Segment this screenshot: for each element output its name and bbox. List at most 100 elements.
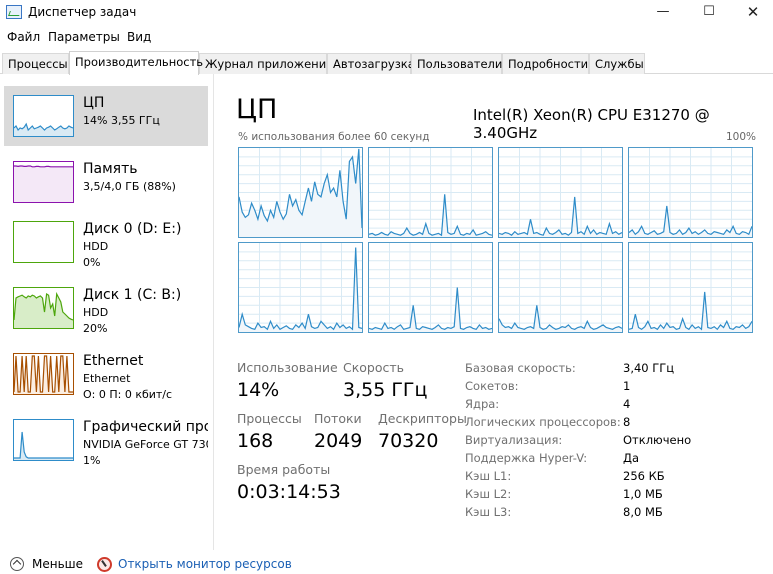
- tab-app-history[interactable]: Журнал приложений: [199, 53, 334, 74]
- series-line: [14, 165, 73, 168]
- resource-detail: О: 0 П: 0 кбит/с: [83, 388, 173, 401]
- spec-l2-label: Кэш L2:: [465, 487, 512, 501]
- core-graph: [628, 242, 753, 333]
- tab-performance[interactable]: Производительность: [69, 51, 203, 75]
- core-graph: [498, 147, 623, 238]
- spec-base-speed-value: 3,40 ГГц: [623, 361, 675, 375]
- spec-base-speed-label: Базовая скорость:: [465, 361, 576, 375]
- tab-startup[interactable]: Автозагрузка: [327, 53, 415, 74]
- uptime-label: Время работы: [237, 462, 331, 477]
- collapse-up-icon[interactable]: [10, 557, 24, 571]
- threads-value: 2049: [314, 430, 363, 452]
- resource-gpu[interactable]: Графический процессор NVIDIA GeForce GT …: [4, 410, 208, 470]
- menu-options[interactable]: Параметры: [48, 30, 120, 44]
- core-graph: [238, 147, 363, 238]
- speed-label: Скорость: [343, 360, 405, 375]
- fewer-details-button[interactable]: Меньше: [32, 557, 83, 571]
- spec-l1-label: Кэш L1:: [465, 469, 512, 483]
- cpu-mini-graph: [14, 122, 73, 136]
- usage-label: Использование: [237, 360, 338, 375]
- tab-users[interactable]: Пользователи: [411, 53, 502, 74]
- title-bar: Диспетчер задач — ☐ ✕: [0, 0, 773, 26]
- core-graph: [628, 147, 753, 238]
- threads-label: Потоки: [314, 411, 362, 426]
- resource-type: HDD: [83, 240, 109, 253]
- core-graph-svg: [629, 148, 752, 237]
- handles-value: 70320: [378, 430, 439, 452]
- resource-cpu[interactable]: ЦП 14% 3,55 ГГц: [4, 86, 208, 146]
- minimize-button[interactable]: —: [640, 0, 686, 26]
- resource-list: ЦП 14% 3,55 ГГц Память 3,5/4,0 ГБ (88%) …: [0, 84, 213, 554]
- series-area: [14, 166, 73, 202]
- resource-detail: 20%: [83, 322, 108, 335]
- core-graph-svg: [239, 243, 362, 332]
- maximize-button[interactable]: ☐: [686, 0, 732, 26]
- series-area: [14, 294, 73, 328]
- resource-name: ЦП: [83, 95, 105, 111]
- resource-disk-1[interactable]: Диск 1 (C: B:) HDD 20%: [4, 278, 208, 338]
- processes-value: 168: [237, 430, 274, 452]
- cpu-mini-graph-icon: [13, 95, 74, 137]
- resource-detail: 1%: [83, 454, 101, 467]
- menu-file[interactable]: Файл: [7, 30, 40, 44]
- gpu-mini-graph: [14, 431, 73, 460]
- resource-name: Диск 0 (D: E:): [83, 221, 182, 237]
- spec-virtualization-label: Виртуализация:: [465, 433, 563, 447]
- spec-l3-label: Кэш L3:: [465, 505, 512, 519]
- task-manager-icon: [6, 5, 22, 19]
- series-area: [14, 124, 73, 136]
- spec-logical-label: Логических процессоров:: [465, 415, 621, 429]
- menu-view[interactable]: Вид: [127, 30, 151, 44]
- chart-caption: % использования более 60 секунд: [238, 131, 430, 143]
- resource-name: Память: [83, 161, 138, 177]
- resource-memory[interactable]: Память 3,5/4,0 ГБ (88%): [4, 152, 208, 212]
- ethernet-mini-graph-icon: [13, 353, 74, 395]
- chart-max-label: 100%: [726, 131, 757, 143]
- open-resource-monitor-link[interactable]: Открыть монитор ресурсов: [118, 557, 292, 571]
- cpu-core-graphs: [238, 147, 754, 334]
- core-graph-svg: [369, 148, 492, 237]
- disk0-mini-graph: [14, 222, 73, 262]
- footer: Меньше Открыть монитор ресурсов: [0, 552, 773, 574]
- spec-virtualization-value: Отключено: [623, 433, 692, 447]
- tab-details[interactable]: Подробности: [502, 53, 589, 74]
- disk-mini-graph-icon: [13, 221, 74, 263]
- core-graph: [368, 147, 493, 238]
- spec-hyperv-label: Поддержка Hyper-V:: [465, 451, 588, 465]
- resource-type: HDD: [83, 306, 109, 319]
- spec-cores-label: Ядра:: [465, 397, 500, 411]
- handles-label: Дескрипторы: [378, 411, 467, 426]
- core-graph-svg: [499, 148, 622, 237]
- resource-name: Графический процессор: [83, 419, 208, 435]
- sidebar-divider: [213, 74, 214, 550]
- core-graph-svg: [369, 243, 492, 332]
- resource-detail: 0%: [83, 256, 101, 269]
- tab-services[interactable]: Службы: [589, 53, 645, 74]
- spec-hyperv-value: Да: [623, 451, 640, 465]
- spec-l2-value: 1,0 МБ: [623, 487, 663, 501]
- uptime-value: 0:03:14:53: [237, 481, 341, 503]
- spec-cores-value: 4: [623, 397, 631, 411]
- resource-disk-0[interactable]: Диск 0 (D: E:) HDD 0%: [4, 212, 208, 272]
- usage-value: 14%: [237, 379, 280, 401]
- close-button[interactable]: ✕: [730, 0, 773, 26]
- core-graph-svg: [629, 243, 752, 332]
- resource-type: NVIDIA GeForce GT 730: [83, 438, 208, 451]
- ethernet-mini-graph: [14, 355, 73, 394]
- resource-name: Диск 1 (C: B:): [83, 287, 182, 303]
- resource-monitor-icon: [97, 557, 112, 572]
- resource-ethernet[interactable]: Ethernet Ethernet О: 0 П: 0 кбит/с: [4, 344, 208, 404]
- core-graph: [238, 242, 363, 333]
- spec-l1-value: 256 КБ: [623, 469, 665, 483]
- memory-mini-graph-icon: [13, 161, 74, 203]
- spec-sockets-value: 1: [623, 379, 631, 393]
- resource-type: Ethernet: [83, 372, 131, 385]
- gpu-mini-graph-icon: [13, 419, 74, 461]
- speed-value: 3,55 ГГц: [343, 379, 428, 401]
- tab-processes[interactable]: Процессы: [2, 53, 69, 74]
- spec-l3-value: 8,0 МБ: [623, 505, 663, 519]
- resource-detail: 14% 3,55 ГГц: [83, 114, 160, 127]
- core-graph: [498, 242, 623, 333]
- window-title: Диспетчер задач: [28, 5, 137, 19]
- spec-sockets-label: Сокетов:: [465, 379, 519, 393]
